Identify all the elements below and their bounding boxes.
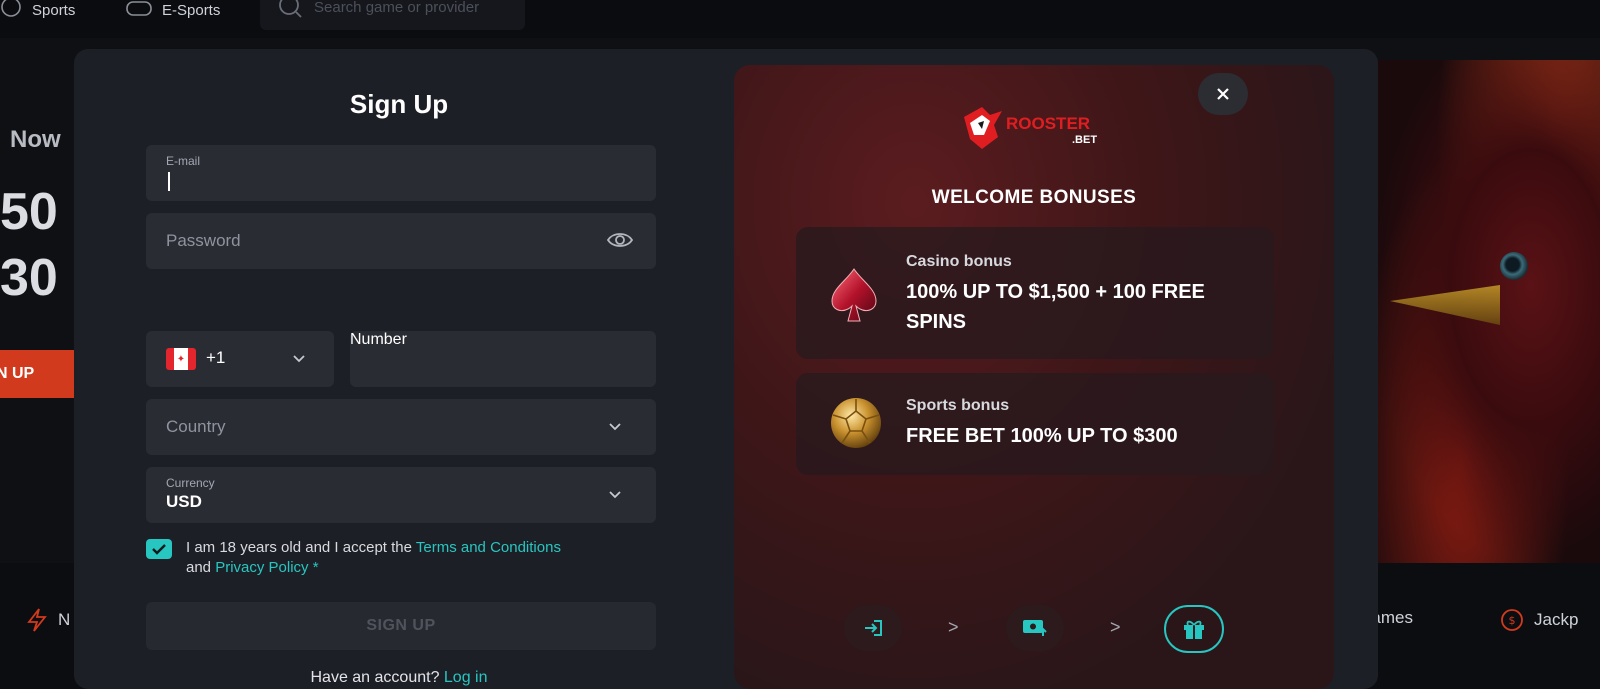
nav-sports-label: Sports	[32, 1, 76, 19]
phone-number-field[interactable]: Number	[350, 331, 656, 387]
step-separator: >	[1110, 617, 1121, 637]
login-link[interactable]: Log in	[444, 669, 488, 686]
deposit-icon	[1023, 620, 1047, 636]
nav-esports[interactable]: E-Sports	[126, 0, 220, 20]
hero-now-text: Now	[10, 126, 61, 153]
signup-submit-label: SIGN UP	[366, 617, 436, 634]
category-label-jackpot: Jackp	[1534, 610, 1579, 629]
password-field[interactable]: Password	[146, 213, 656, 269]
password-placeholder: Password	[166, 231, 241, 250]
hero-amount-1: 50	[0, 183, 58, 241]
casino-bonus-category: Casino bonus	[906, 253, 1012, 270]
signup-title: Sign Up	[349, 89, 449, 119]
currency-value: USD	[166, 492, 202, 511]
step-gift	[1164, 605, 1224, 653]
casino-bonus-headline: 100% UP TO $1,500 + 100 FREE SPINS	[906, 281, 1205, 333]
terms-consent-text: I am 18 years old and I accept the Terms…	[186, 538, 666, 578]
rooster-bet-logo: ROOSTER .BET	[964, 107, 1097, 149]
welcome-bonus-panel: ROOSTER .BET WELCOME BONUSES Casino bonu…	[734, 65, 1334, 689]
email-label: E-mail	[166, 154, 201, 168]
login-icon	[865, 620, 882, 636]
sports-bonus-card[interactable]: Sports bonus FREE BET 100% UP TO $300	[796, 373, 1274, 475]
welcome-heading: WELCOME BONUSES	[931, 187, 1137, 208]
casino-bonus-card[interactable]: Casino bonus 100% UP TO $1,500 + 100 FRE…	[796, 227, 1274, 359]
hero-signup-button[interactable]: N UP	[0, 350, 80, 398]
country-select[interactable]: Country	[146, 399, 656, 455]
consent-prefix: I am 18 years old and I accept the	[186, 539, 416, 556]
chevron-down-icon	[293, 355, 305, 363]
search-icon	[279, 0, 302, 18]
text-cursor	[168, 172, 170, 191]
logo-brand-top: ROOSTER	[1006, 114, 1090, 133]
search-placeholder: Search game or provider	[314, 0, 480, 16]
ball-icon	[1, 0, 21, 17]
rooster-eye	[1500, 252, 1528, 280]
privacy-link[interactable]: Privacy Policy	[215, 559, 308, 576]
nav-esports-label: E-Sports	[162, 1, 221, 19]
step-separator: >	[948, 617, 959, 637]
chevron-down-icon	[609, 491, 621, 499]
step-deposit	[1006, 605, 1064, 651]
logo-brand-bottom: .BET	[1072, 134, 1097, 146]
hero-signup-label: N UP	[0, 365, 35, 382]
spade-icon	[831, 268, 877, 322]
svg-text:$: $	[1509, 614, 1516, 627]
nav-sports[interactable]: Sports	[0, 0, 75, 20]
signup-steps: > >	[734, 605, 1334, 665]
currency-select[interactable]: Currency USD	[146, 467, 656, 523]
email-field[interactable]: E-mail	[146, 145, 656, 201]
consent-and: and	[186, 559, 216, 576]
phone-code-value: +1	[206, 348, 226, 367]
category-item-jackpot[interactable]: $ Jackp	[1500, 608, 1578, 632]
signup-modal: Sign Up E-mail Password ✦ +1 Number Coun…	[74, 49, 1378, 689]
hero-amount-2: 30	[0, 249, 58, 307]
step-login	[844, 605, 902, 651]
signup-form: Sign Up E-mail Password ✦ +1 Number Coun…	[74, 49, 744, 689]
have-account-text: Have an account?	[310, 669, 444, 686]
chevron-down-icon	[609, 423, 621, 431]
gamepad-icon	[126, 1, 152, 16]
currency-label: Currency	[166, 476, 215, 490]
sports-bonus-category: Sports bonus	[906, 397, 1010, 414]
phone-country-code-select[interactable]: ✦ +1	[146, 331, 334, 387]
category-label-new: N	[58, 610, 71, 629]
login-prompt: Have an account? Log in	[74, 669, 724, 687]
bolt-icon	[27, 608, 47, 632]
top-navigation: Sports E-Sports Search game or provider	[0, 0, 1600, 38]
terms-link[interactable]: Terms and Conditions	[416, 539, 561, 556]
game-search-input[interactable]: Search game or provider	[260, 0, 525, 30]
terms-checkbox[interactable]	[146, 539, 172, 559]
required-mark: *	[308, 559, 319, 576]
phone-number-placeholder: Number	[350, 331, 407, 348]
canada-flag-icon: ✦	[166, 348, 196, 370]
sports-bonus-headline: FREE BET 100% UP TO $300	[906, 425, 1178, 447]
close-icon	[1217, 88, 1229, 100]
gift-icon	[1184, 620, 1204, 639]
close-modal-button[interactable]	[1198, 73, 1248, 115]
category-item-new[interactable]: N	[26, 608, 70, 632]
country-placeholder: Country	[166, 417, 226, 436]
soccer-ball-icon	[831, 398, 881, 448]
checkmark-icon	[152, 544, 166, 555]
signup-submit-button[interactable]: SIGN UP	[146, 602, 656, 650]
coin-icon: $	[1501, 609, 1523, 631]
show-password-icon[interactable]	[606, 229, 634, 251]
